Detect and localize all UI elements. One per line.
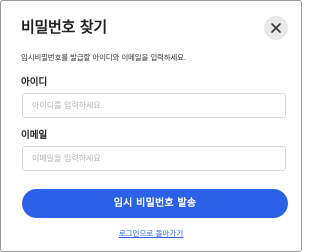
email-label: 이메일 [21, 130, 48, 141]
id-input[interactable] [22, 93, 286, 118]
close-button[interactable] [264, 16, 288, 40]
back-to-login-link[interactable]: 로그인으로 돌아가기 [3, 228, 299, 239]
id-label: 아이디 [21, 77, 48, 88]
send-temp-password-button[interactable]: 임시 비밀번호 발송 [22, 189, 288, 218]
dialog-title: 비밀번호 찾기 [21, 18, 107, 36]
find-password-dialog: 비밀번호 찾기 임시비밀번호를 발급할 아이디와 이메일을 입력하세요. 아이디… [3, 3, 299, 249]
email-input[interactable] [22, 146, 286, 171]
window-frame: 비밀번호 찾기 임시비밀번호를 발급할 아이디와 이메일을 입력하세요. 아이디… [0, 0, 302, 252]
dialog-description: 임시비밀번호를 발급할 아이디와 이메일을 입력하세요. [21, 53, 187, 62]
close-icon [271, 23, 281, 33]
